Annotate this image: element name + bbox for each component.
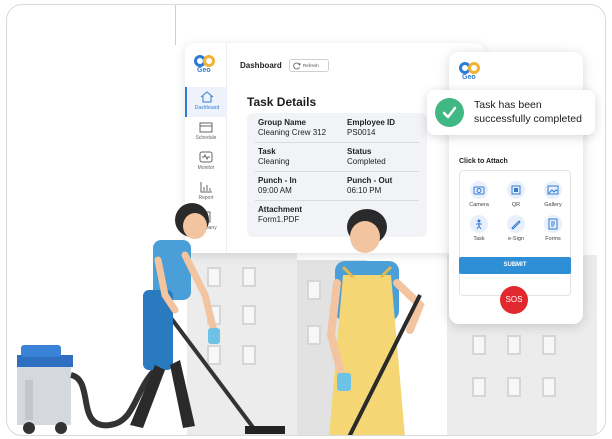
- attach-label: Gallery: [544, 202, 562, 208]
- sidebar-item-schedule[interactable]: Schedule: [185, 117, 227, 147]
- attach-label: QR: [511, 202, 521, 208]
- toast-message: Task has been successfully completed: [474, 99, 582, 125]
- home-icon: [200, 91, 214, 103]
- attach-label: Forms: [545, 236, 561, 242]
- sidebar-item-dashboard[interactable]: Dashboard: [185, 87, 227, 117]
- attach-task-button[interactable]: Task: [462, 215, 496, 242]
- gallery-icon: [547, 185, 559, 195]
- attach-label: Task: [473, 236, 485, 242]
- refresh-button[interactable]: Refresh: [289, 59, 329, 72]
- punch-in-field: Punch - In 09:00 AM: [258, 176, 297, 195]
- qr-icon: [511, 185, 521, 195]
- sidebar-item-monitor[interactable]: Monitor: [185, 147, 227, 177]
- cleaner-with-vacuum-illustration: [17, 203, 285, 434]
- monitor-icon: [199, 151, 213, 163]
- page-title: Dashboard: [240, 61, 282, 70]
- forms-icon: [548, 218, 558, 230]
- task-field: Task Cleaning: [258, 147, 290, 166]
- employee-id-field: Employee ID PS0014: [347, 118, 396, 137]
- refresh-icon: [293, 62, 301, 70]
- group-name-field: Group Name Cleaning Crew 312: [258, 118, 327, 137]
- attach-options: Camera QR Gallery Task e-Sign Forms: [459, 170, 571, 296]
- status-field: Status Completed: [347, 147, 386, 166]
- attach-forms-button[interactable]: Forms: [536, 215, 570, 242]
- attach-esign-button[interactable]: e-Sign: [499, 215, 533, 242]
- punch-out-field: Punch - Out 06:10 PM: [347, 176, 393, 195]
- app-logo: Geo: [194, 55, 218, 77]
- attach-camera-button[interactable]: Camera: [462, 181, 496, 208]
- illustration-frame: Geo Dashboard Schedule Monitor Report Co…: [6, 4, 606, 436]
- cleaner-with-mop-illustration: [326, 209, 425, 435]
- camera-icon: [473, 186, 485, 195]
- check-circle-icon: [435, 98, 464, 127]
- attach-qr-button[interactable]: QR: [499, 181, 533, 208]
- divider-line: [175, 5, 176, 45]
- attach-label: Camera: [469, 202, 489, 208]
- sos-button[interactable]: SOS: [500, 286, 528, 314]
- sidebar-item-label: Monitor: [197, 165, 215, 171]
- sidebar-item-label: Schedule: [195, 135, 217, 141]
- attach-label: e-Sign: [508, 236, 524, 242]
- submit-button[interactable]: SUBMIT: [459, 257, 571, 274]
- task-details-heading: Task Details: [247, 95, 317, 109]
- sidebar-item-label: Dashboard: [194, 105, 220, 111]
- task-icon: [476, 219, 482, 230]
- app-logo: Geo: [459, 62, 483, 84]
- pen-icon: [511, 220, 521, 230]
- refresh-label: Refresh: [303, 63, 319, 68]
- calendar-icon: [199, 122, 213, 133]
- attach-section-title: Click to Attach: [459, 158, 508, 165]
- attach-gallery-button[interactable]: Gallery: [536, 181, 570, 208]
- bar-chart-icon: [200, 182, 212, 193]
- success-toast: Task has been successfully completed: [427, 90, 595, 135]
